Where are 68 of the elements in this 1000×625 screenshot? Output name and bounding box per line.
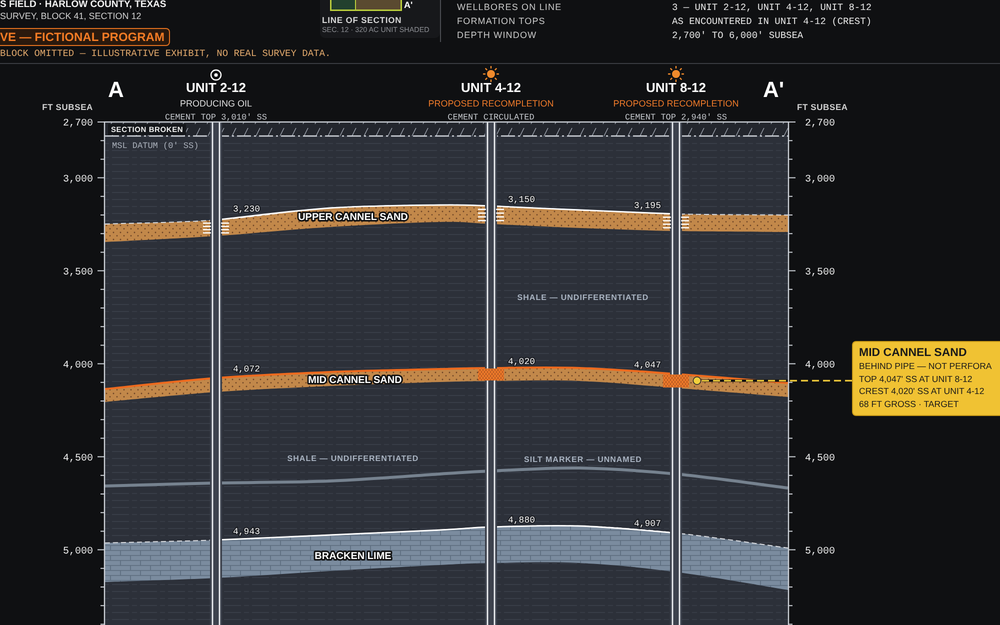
callout-text: TOP 4,047' SS AT UNIT 8-12 <box>859 372 974 385</box>
disclaimer-note: BLOCK OMITTED — ILLUSTRATIVE EXHIBIT, NO REAL SURVEY DATA. <box>0 48 331 60</box>
callout-title: MID CANNEL SAND <box>859 346 968 360</box>
depth-tick-label: 3,000 <box>62 174 93 186</box>
section-end-label: A' <box>763 77 784 102</box>
depth-tick-label: 2,700 <box>805 118 836 130</box>
perforation-symbol <box>202 222 230 234</box>
depth-label: 4,880 <box>508 516 536 526</box>
cement-note: CEMENT TOP 2,940' SS <box>624 112 728 122</box>
datum-label: MSL DATUM (0' SS) <box>112 141 199 151</box>
summary-label: WELLBORES ON LINE <box>457 1 563 14</box>
depth-tick-label: 3,000 <box>805 174 836 186</box>
depth-label: 3,230 <box>233 204 260 214</box>
depth-label: 4,907 <box>634 518 661 529</box>
callout-text: 68 FT GROSS · TARGET <box>859 398 960 410</box>
survey-subtitle: SURVEY, BLOCK 41, SECTION 12 <box>0 10 142 22</box>
summary-label: FORMATION TOPS <box>457 15 546 28</box>
axis-title: FT SUBSEA <box>797 102 848 112</box>
well-status: PROPOSED RECOMPLETION <box>428 98 554 108</box>
depth-tick-label: 5,000 <box>62 546 93 558</box>
behind-pipe-symbol <box>663 374 689 388</box>
sun-icon <box>482 65 500 83</box>
depth-label: 4,047 <box>634 360 661 370</box>
depth-tick-label: 3,500 <box>805 267 836 278</box>
summary-value: 3 — UNIT 2-12, UNIT 4-12, UNIT 8-12 <box>672 0 872 15</box>
behind-pipe-symbol <box>478 368 504 380</box>
depth-label: 4,943 <box>233 527 260 538</box>
field-title: S FIELD · HARLOW COUNTY, TEXAS <box>0 0 166 10</box>
map-end-label: A' <box>404 0 413 10</box>
well-status: PROPOSED RECOMPLETION <box>613 98 739 108</box>
marker-dot-icon <box>692 376 702 385</box>
formation-label: UPPER CANNEL SAND <box>298 212 408 223</box>
program-badge: VE — FICTIONAL PROGRAM <box>0 28 170 46</box>
axis-title: FT SUBSEA <box>42 102 93 112</box>
callout-text: CREST 4,020' SS AT UNIT 4-12 <box>859 385 986 398</box>
interval-label: SHALE — UNDIFFERENTIATED <box>287 454 419 463</box>
well-name: UNIT 8-12 <box>646 80 706 95</box>
formation-label: BRACKEN LIME <box>314 551 392 562</box>
depth-label: 4,072 <box>233 364 260 375</box>
locator-map-drawing <box>330 0 402 11</box>
perforation-symbol <box>662 216 690 228</box>
depth-tick-label: 4,500 <box>805 453 836 464</box>
sun-icon <box>667 65 685 83</box>
formation-label: SILT MARKER — UNNAMED <box>524 455 642 464</box>
perforation-symbol <box>477 208 505 222</box>
cement-note: CEMENT TOP 3,010' SS <box>164 112 268 122</box>
callout-text: BEHIND PIPE — NOT PERFORA <box>859 360 993 372</box>
depth-label: 4,020 <box>508 357 536 367</box>
depth-tick-label: 4,000 <box>805 360 836 372</box>
depth-tick-label: 2,700 <box>62 118 93 130</box>
summary-label: DEPTH WINDOW <box>457 29 538 42</box>
depth-tick-label: 3,500 <box>62 267 93 278</box>
depth-tick-label: 5,000 <box>805 546 836 558</box>
well-name: UNIT 2-12 <box>186 80 246 95</box>
section-end-label: A <box>108 77 124 102</box>
map-title: LINE OF SECTION <box>322 15 403 25</box>
interval-label: SHALE — UNDIFFERENTIATED <box>517 293 649 302</box>
summary-value: 2,700' TO 6,000' SUBSEA <box>672 28 804 43</box>
depth-tick-label: 4,000 <box>62 360 93 372</box>
circled-dot-icon <box>210 69 222 81</box>
formation-label: MID CANNEL SAND <box>308 375 402 386</box>
depth-label: 3,150 <box>508 195 536 205</box>
summary-value: AS ENCOUNTERED IN UNIT 4-12 (CREST) <box>672 14 872 29</box>
depth-label: 3,195 <box>634 201 661 212</box>
well-status: PRODUCING OIL <box>180 98 252 108</box>
well-name: UNIT 4-12 <box>461 80 521 95</box>
depth-tick-label: 4,500 <box>62 453 93 464</box>
cement-note: CEMENT CIRCULATED <box>448 112 534 122</box>
